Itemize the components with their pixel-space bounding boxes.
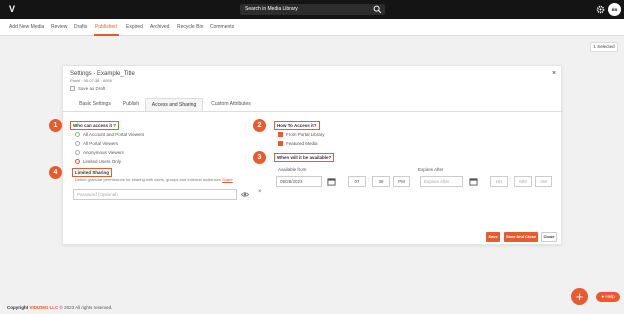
avatar[interactable]: BB <box>608 3 621 16</box>
share-link[interactable]: Share <box>222 177 233 182</box>
expires-ampm[interactable]: AM <box>535 176 552 187</box>
copyright-footer: Copyright VIDIZMO LLC © 2023 All rights … <box>7 305 113 310</box>
checkbox-checked[interactable] <box>278 132 283 138</box>
nav-recycle-bin[interactable]: Recycle Bin <box>177 24 203 31</box>
nav-comments[interactable]: Comments <box>210 24 234 31</box>
radio-button[interactable] <box>75 141 80 147</box>
search-input[interactable]: Search in Media Library <box>245 5 298 14</box>
nav-review[interactable]: Review <box>51 24 67 31</box>
tab-basic-settings[interactable]: Basic Settings <box>72 98 118 111</box>
radio-button[interactable] <box>75 132 80 138</box>
who-can-access-heading: Who can access it ? <box>70 121 120 130</box>
calendar-icon[interactable] <box>469 177 478 186</box>
gear-icon[interactable] <box>596 5 605 14</box>
access-option-selected[interactable]: Limited Users Only <box>75 158 121 165</box>
tab-publish[interactable]: Publish <box>119 98 143 111</box>
time-separator: : <box>510 177 512 183</box>
tabs-divider <box>63 111 563 112</box>
save-draft-checkbox[interactable] <box>70 86 75 92</box>
radio-button-selected[interactable] <box>75 159 80 165</box>
media-count: 6066 <box>102 78 112 83</box>
search-icon[interactable] <box>373 5 382 14</box>
available-minute[interactable]: 38 <box>372 176 390 187</box>
help-icon: ● <box>601 294 605 299</box>
active-nav-indicator <box>94 34 119 36</box>
media-size: Panel <box>70 78 81 83</box>
time-separator: : <box>368 177 370 183</box>
app-logo[interactable]: V <box>9 4 21 15</box>
radio-button[interactable] <box>75 150 80 156</box>
search-bar[interactable]: Search in Media Library <box>240 4 385 15</box>
nav-drafts[interactable]: Drafts <box>74 24 87 31</box>
selected-count-button[interactable]: 1 Selected <box>590 42 618 52</box>
limited-sharing-description: Define granular permissions for sharing … <box>75 177 233 182</box>
available-ampm[interactable]: PM <box>393 176 410 187</box>
settings-modal: Settings - Example_Title Panel · 00:07:3… <box>49 65 563 245</box>
expires-after-label: Expires After <box>418 167 444 172</box>
nav-bar: Add New Media Review Drafts Published Ex… <box>0 19 624 36</box>
available-from-label: Available from <box>278 167 307 172</box>
expires-minute[interactable]: MM <box>514 176 532 187</box>
access-option[interactable]: All Portal Viewers <box>75 140 118 147</box>
clear-password-icon[interactable]: × <box>258 189 262 195</box>
media-meta: Panel · 00:07:38 · 6066 <box>70 78 112 83</box>
nav-expired[interactable]: Expired <box>126 24 143 31</box>
how-to-access-heading: How To Access it? <box>274 121 320 130</box>
eye-icon[interactable] <box>241 191 249 198</box>
step-badge-3: 3 <box>253 151 266 164</box>
step-badge-4: 4 <box>49 166 62 179</box>
nav-archived[interactable]: Archived <box>150 24 169 31</box>
help-button[interactable]: ● Help <box>596 292 620 302</box>
checkbox-checked[interactable] <box>278 141 283 147</box>
featured-media-option[interactable]: Featured Media <box>278 140 318 147</box>
save-button[interactable]: Save <box>486 232 500 242</box>
top-bar: V Search in Media Library BB <box>0 0 624 19</box>
expires-hour[interactable]: HH <box>490 176 508 187</box>
expires-after-date[interactable]: Expires After <box>420 176 463 187</box>
step-badge-2: 2 <box>253 119 266 132</box>
tab-custom-attributes[interactable]: Custom Attributes <box>206 98 256 111</box>
available-from-date[interactable]: 09/28/2023 <box>276 176 322 187</box>
close-button[interactable]: Close <box>541 232 557 242</box>
add-fab-button[interactable]: + <box>571 288 588 305</box>
save-and-close-button[interactable]: Save And Close <box>504 232 538 242</box>
nav-published[interactable]: Published <box>95 24 117 31</box>
save-as-draft[interactable]: Save as Draft <box>70 86 106 92</box>
password-field[interactable]: Password (Optional) <box>73 189 237 200</box>
availability-heading: When will it be available? <box>274 153 335 162</box>
limited-sharing-heading: Limited Sharing <box>72 168 113 177</box>
tab-access-and-sharing[interactable]: Access and Sharing <box>145 98 203 111</box>
step-badge-1: 1 <box>49 119 62 132</box>
save-draft-label: Save as Draft <box>78 86 106 91</box>
media-duration: 00:07:38 <box>83 78 100 83</box>
modal-title: Settings - Example_Title <box>70 71 135 77</box>
access-option[interactable]: All Account and Portal Viewers <box>75 131 144 138</box>
calendar-icon[interactable] <box>327 177 336 186</box>
close-icon[interactable]: × <box>552 70 556 77</box>
nav-add-new-media[interactable]: Add New Media <box>9 24 44 31</box>
portal-library-option[interactable]: From Portal Library <box>278 131 325 138</box>
brand-name: VIDIZMO LLC <box>29 305 59 310</box>
access-option[interactable]: Anonymous Viewers <box>75 149 124 156</box>
available-hour[interactable]: 07 <box>348 176 366 187</box>
